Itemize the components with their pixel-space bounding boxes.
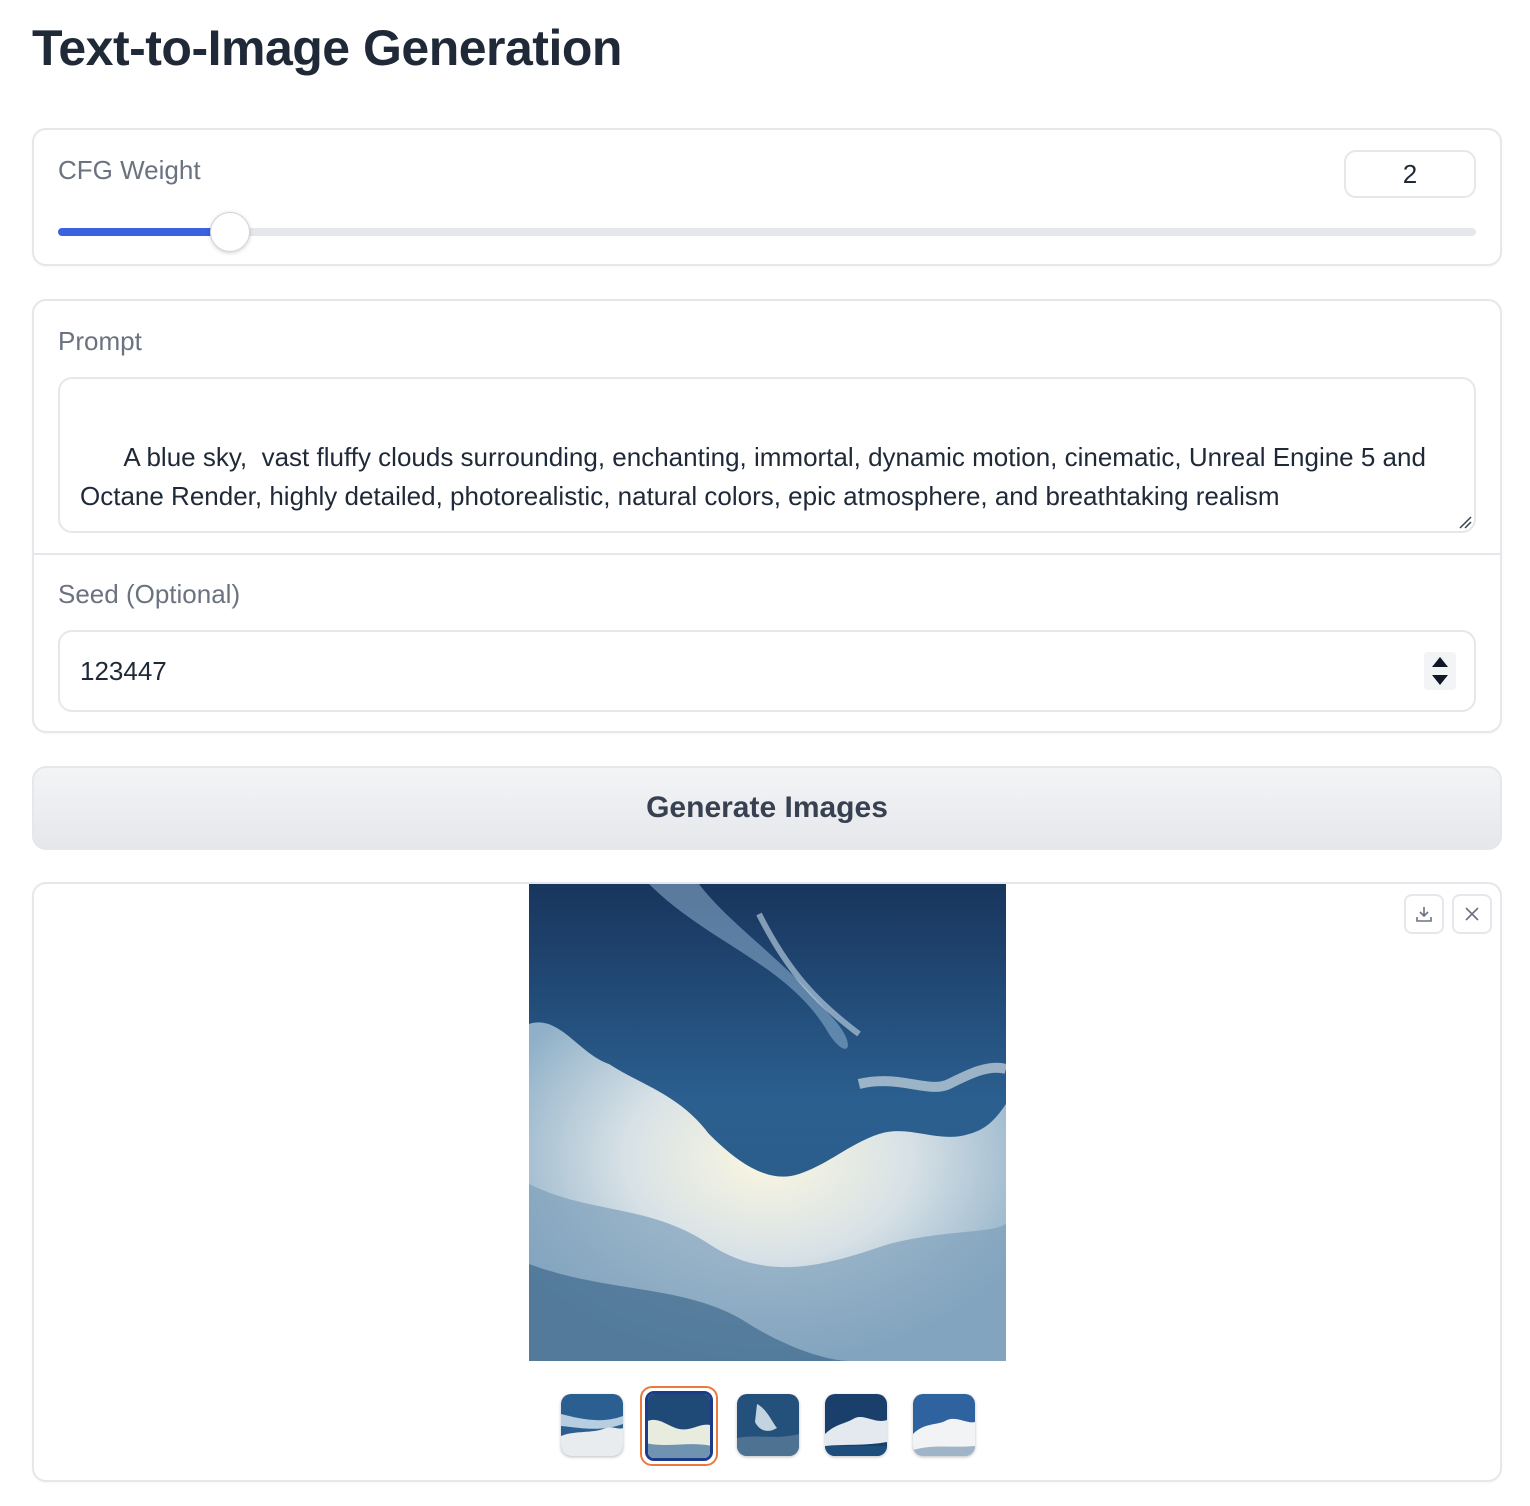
gallery-thumbnail[interactable] bbox=[913, 1394, 975, 1456]
close-button[interactable] bbox=[1452, 894, 1492, 934]
page-title: Text-to-Image Generation bbox=[32, 20, 622, 76]
prompt-text: A blue sky, vast fluffy clouds surroundi… bbox=[80, 442, 1434, 511]
stepper-down-icon[interactable] bbox=[1432, 675, 1448, 685]
image-gallery bbox=[32, 882, 1502, 1482]
seed-label: Seed (Optional) bbox=[58, 579, 241, 609]
download-button[interactable] bbox=[1404, 894, 1444, 934]
generated-image-preview[interactable] bbox=[529, 884, 1006, 1361]
thumbnail-image-3 bbox=[737, 1394, 799, 1456]
seed-value: 123447 bbox=[80, 656, 167, 686]
gallery-thumbnail-selected[interactable] bbox=[640, 1386, 718, 1466]
download-icon bbox=[1416, 907, 1432, 922]
gallery-thumbnail[interactable] bbox=[561, 1394, 623, 1456]
divider bbox=[34, 553, 1500, 555]
thumbnail-image-2 bbox=[648, 1394, 710, 1458]
cfg-weight-slider-handle[interactable] bbox=[209, 212, 250, 252]
sky-clouds-image bbox=[529, 884, 1006, 1361]
selected-thumbnail-frame bbox=[645, 1391, 713, 1461]
thumbnail-image-1 bbox=[561, 1394, 623, 1456]
prompt-panel: Prompt A blue sky, vast fluffy clouds su… bbox=[32, 299, 1502, 733]
thumbnail-image-4 bbox=[825, 1394, 887, 1456]
seed-stepper[interactable] bbox=[1424, 652, 1456, 690]
cfg-weight-slider-fill bbox=[58, 228, 230, 236]
seed-number-input[interactable]: 123447 bbox=[58, 630, 1476, 712]
stepper-up-icon[interactable] bbox=[1432, 657, 1448, 667]
thumbnail-image-5 bbox=[913, 1394, 975, 1456]
gallery-thumbnail[interactable] bbox=[825, 1394, 887, 1456]
cfg-weight-label: CFG Weight bbox=[58, 155, 201, 185]
page: Text-to-Image Generation CFG Weight 2 Pr… bbox=[0, 0, 1530, 1506]
prompt-label: Prompt bbox=[58, 326, 142, 356]
prompt-textarea[interactable]: A blue sky, vast fluffy clouds surroundi… bbox=[58, 377, 1476, 533]
generate-images-button[interactable]: Generate Images bbox=[32, 766, 1502, 850]
cfg-weight-number-input[interactable]: 2 bbox=[1344, 150, 1476, 198]
cfg-weight-panel: CFG Weight 2 bbox=[32, 128, 1502, 266]
close-icon bbox=[1465, 907, 1479, 921]
cfg-weight-slider[interactable] bbox=[58, 212, 1476, 252]
gallery-thumbnail[interactable] bbox=[737, 1394, 799, 1456]
resize-handle-icon[interactable] bbox=[1456, 513, 1472, 529]
